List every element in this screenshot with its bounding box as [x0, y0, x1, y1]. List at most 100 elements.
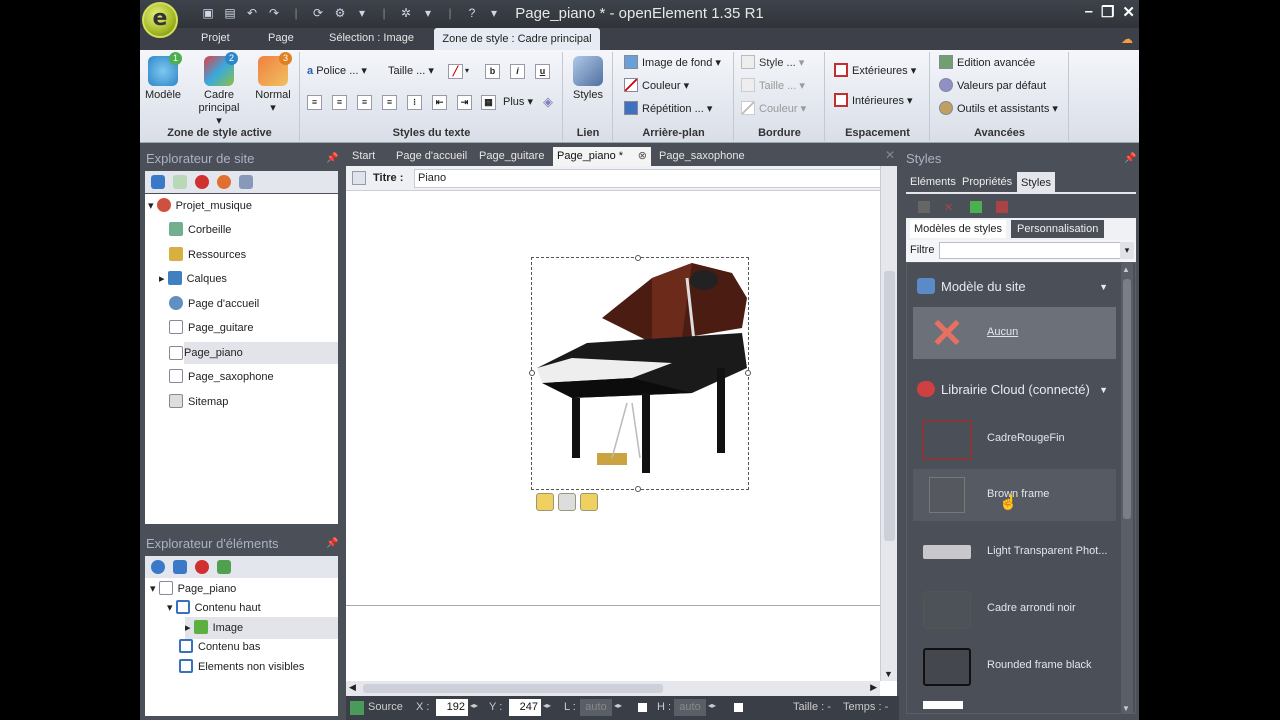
tree-item-page-piano[interactable]: Page_piano — [184, 342, 338, 364]
valeurs-defaut-button[interactable]: Valeurs par défaut — [939, 77, 1046, 95]
maximize-icon[interactable]: ❐ — [1101, 3, 1114, 21]
h-input[interactable]: auto — [674, 699, 706, 716]
list-bullet-button[interactable]: ⁝ — [407, 95, 422, 110]
edit-icon[interactable] — [217, 560, 231, 574]
scroll-up-icon[interactable]: ▲ — [1122, 265, 1130, 274]
scroll-left-icon[interactable]: ◀ — [349, 682, 356, 693]
stepper-icon[interactable]: ◂▸ — [470, 701, 478, 710]
tree-item-corbeille[interactable]: Corbeille — [169, 219, 338, 241]
save-icon[interactable] — [918, 201, 930, 213]
scroll-right-icon[interactable]: ▶ — [870, 682, 877, 693]
refresh-icon[interactable] — [173, 560, 187, 574]
tab-page[interactable]: Page — [268, 32, 294, 44]
couleur-fond-dropdown[interactable]: Couleur ▾ — [624, 77, 689, 95]
style-item-cadrerougefin[interactable]: CadreRougeFin — [913, 413, 1116, 465]
underline-button[interactable]: u — [535, 64, 550, 79]
search-icon[interactable] — [151, 560, 165, 574]
scroll-down-icon[interactable]: ▼ — [884, 669, 893, 679]
resize-handle[interactable] — [635, 486, 641, 492]
delete-icon[interactable]: ✕ — [944, 201, 956, 214]
interieures-dropdown[interactable]: Intérieures ▾ — [834, 92, 913, 110]
outils-dropdown[interactable]: Outils et assistants ▾ — [939, 100, 1058, 118]
refresh-icon[interactable] — [151, 175, 165, 189]
l-input[interactable]: auto — [580, 699, 612, 716]
style-item-light-transparent[interactable]: Light Transparent Phot... — [913, 526, 1116, 578]
app-logo[interactable]: e — [142, 2, 178, 38]
source-button[interactable]: Source — [368, 701, 403, 713]
h-auto-checkbox[interactable] — [734, 703, 743, 712]
scroll-thumb[interactable] — [884, 271, 895, 541]
tree-item-page-saxophone[interactable]: Page_saxophone — [169, 366, 338, 388]
title-input[interactable]: Piano — [414, 169, 891, 188]
add-icon[interactable] — [173, 175, 187, 189]
repetition-dropdown[interactable]: Répétition ... ▾ — [624, 100, 712, 118]
tree-item-projet[interactable]: ▾ Projet_musique — [148, 195, 338, 217]
tab-proprietes[interactable]: Propriétés — [962, 176, 1012, 188]
align-right-button[interactable]: ≡ — [357, 95, 372, 110]
modele-button[interactable]: 1 Modèle — [142, 52, 184, 102]
close-document-icon[interactable]: ✕ — [885, 148, 895, 162]
scroll-thumb[interactable] — [363, 684, 663, 693]
style-item-brown-frame[interactable]: Brown frame ☝ — [913, 469, 1116, 521]
indent-button[interactable]: ⇥ — [457, 95, 472, 110]
stepper-icon[interactable]: ◂▸ — [614, 701, 622, 710]
download-icon[interactable] — [970, 201, 982, 213]
justify-button[interactable]: ≡ — [382, 95, 397, 110]
style-item-rounded-frame-black[interactable]: Rounded frame black — [913, 640, 1116, 692]
l-auto-checkbox[interactable] — [638, 703, 647, 712]
table-button[interactable]: ▦ — [481, 95, 496, 110]
pin-icon[interactable]: 📌 — [1124, 153, 1136, 164]
tree-item-non-visibles[interactable]: Elements non visibles — [179, 656, 338, 678]
bold-button[interactable]: b — [485, 64, 500, 79]
outdent-button[interactable]: ⇤ — [432, 95, 447, 110]
align-center-button[interactable]: ≡ — [332, 95, 347, 110]
italic-button[interactable]: i — [510, 64, 525, 79]
vertical-scrollbar[interactable]: ▼ — [880, 166, 897, 681]
tree-item-page-accueil[interactable]: Page d'accueil — [169, 293, 338, 315]
resize-handle[interactable] — [635, 255, 641, 261]
pin-icon[interactable]: 📌 — [326, 538, 338, 549]
y-input[interactable]: 247 — [509, 699, 541, 716]
subtab-personnalisation[interactable]: Personnalisation — [1011, 220, 1105, 238]
doc-tab-start[interactable]: Start — [348, 147, 379, 166]
x-input[interactable]: 192 — [436, 699, 468, 716]
tab-selection-image[interactable]: Sélection : Image — [329, 32, 414, 44]
color-none-button[interactable]: ╱ — [448, 64, 463, 79]
preview-icon[interactable] — [217, 175, 231, 189]
close-icon[interactable]: ✕ — [1122, 3, 1135, 21]
style-item-aucun[interactable]: ✕ Aucun — [913, 307, 1116, 359]
doc-tab-piano[interactable]: Page_piano * ⊗ — [553, 147, 651, 166]
delete-icon[interactable] — [195, 175, 209, 189]
page-canvas[interactable] — [346, 191, 880, 681]
eraser-icon[interactable]: ◈ — [543, 94, 553, 110]
cadre-principal-button[interactable]: 2 Cadre principal ▾ — [196, 52, 242, 128]
tree-item-sitemap[interactable]: Sitemap — [169, 391, 338, 413]
doc-tab-guitare[interactable]: Page_guitare — [475, 147, 548, 166]
tab-zone-de-style[interactable]: Zone de style : Cadre principal — [434, 28, 600, 50]
section-modele-site[interactable]: Modèle du site ▼ — [913, 273, 1116, 301]
edition-avancee-button[interactable]: Edition avancée — [939, 54, 1035, 72]
horizontal-scrollbar[interactable]: ◀ ▶ — [346, 681, 880, 696]
doc-tab-accueil[interactable]: Page d'accueil — [392, 147, 471, 166]
taille-dropdown[interactable]: Taille ... ▾ — [388, 62, 434, 80]
chevron-down-icon[interactable]: ▾ — [1120, 242, 1134, 259]
folder-icon[interactable] — [536, 493, 554, 511]
styles-lien-button[interactable]: Styles — [567, 54, 609, 102]
stepper-icon[interactable]: ◂▸ — [708, 701, 716, 710]
collapse-ribbon-icon[interactable]: ☁ — [1121, 32, 1133, 46]
tree-item-contenu-bas[interactable]: Contenu bas — [179, 636, 338, 658]
style-item-cadre-arrondi-noir[interactable]: Cadre arrondi noir — [913, 583, 1116, 635]
scroll-thumb[interactable] — [1123, 279, 1131, 519]
tree-item-calques[interactable]: ▸ Calques — [159, 268, 338, 290]
tree-item-contenu-haut[interactable]: ▾ Contenu haut — [167, 597, 338, 619]
image-de-fond-dropdown[interactable]: Image de fond ▾ — [624, 54, 721, 72]
scroll-down-icon[interactable]: ▼ — [1122, 704, 1130, 713]
tree-item-page-guitare[interactable]: Page_guitare — [169, 317, 338, 339]
tab-styles[interactable]: Styles — [1017, 172, 1055, 194]
minimize-icon[interactable]: – — [1085, 3, 1093, 21]
style-bordure-dropdown[interactable]: Style ... ▾ — [741, 54, 804, 72]
stepper-icon[interactable]: ◂▸ — [543, 701, 551, 710]
couleur-bordure-dropdown[interactable]: Couleur ▾ — [741, 100, 806, 118]
resize-handle[interactable] — [529, 370, 535, 376]
filter-input[interactable] — [939, 242, 1121, 259]
